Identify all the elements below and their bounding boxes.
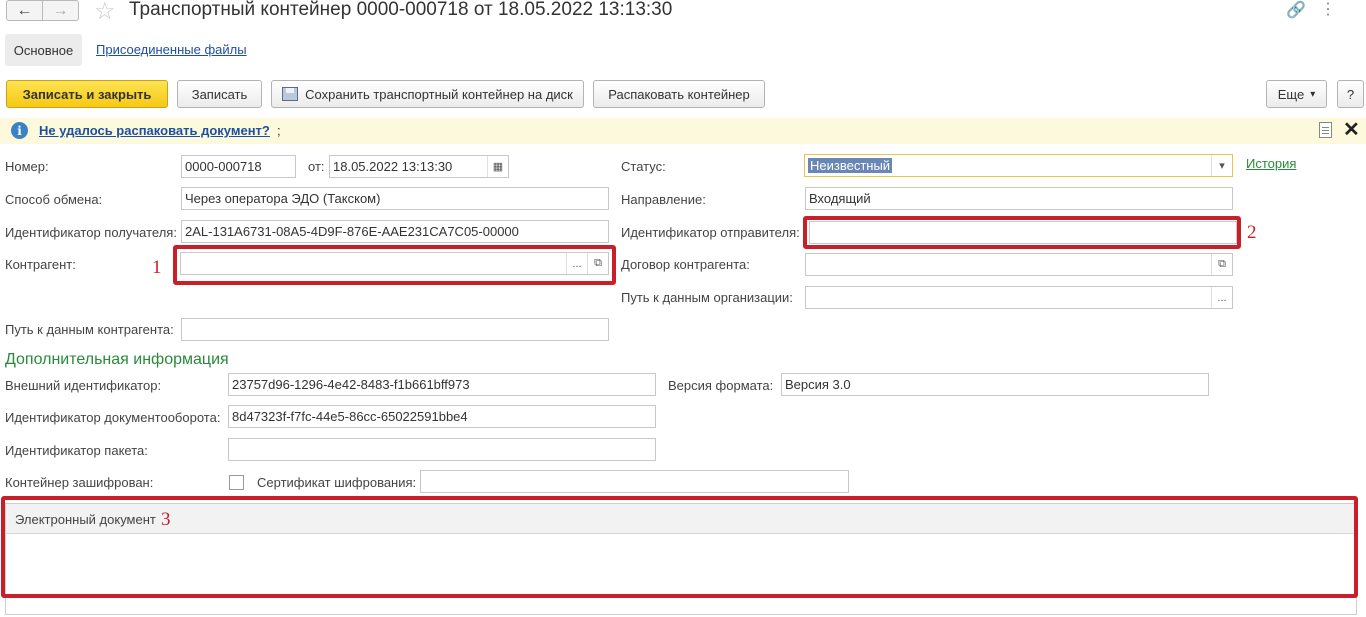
counterparty-label: Контрагент: xyxy=(5,257,76,272)
chevron-down-icon: ▾ xyxy=(1310,88,1316,100)
back-button[interactable]: ← xyxy=(6,0,43,21)
unpack-failed-link[interactable]: Не удалось распаковать документ? xyxy=(39,123,270,138)
link-icon[interactable]: 🔗 xyxy=(1286,0,1306,20)
window-title: Транспортный контейнер 0000-000718 от 18… xyxy=(129,0,673,20)
direction-label: Направление: xyxy=(621,192,706,207)
arrow-right-icon: → xyxy=(52,1,69,19)
close-icon[interactable]: ✕ xyxy=(1343,117,1360,142)
more-menu-icon[interactable]: ⋮ xyxy=(1320,0,1336,19)
tab-main[interactable]: Основное xyxy=(5,34,82,66)
external-id-label: Внешний идентификатор: xyxy=(5,378,162,393)
floppy-disk-icon xyxy=(282,87,299,101)
certificate-label: Сертификат шифрования: xyxy=(257,475,417,490)
recipient-id-field[interactable]: 2AL-131A6731-08A5-4D9F-876E-AAE231CA7C05… xyxy=(181,220,609,243)
number-label: Номер: xyxy=(5,159,49,174)
more-button[interactable]: Еще ▾ xyxy=(1266,80,1327,108)
docflow-id-field[interactable]: 8d47323f-f7fc-44e5-86cc-65022591bbe4 xyxy=(228,405,656,428)
contract-label: Договор контрагента: xyxy=(621,257,750,272)
contract-field[interactable]: ⧉ xyxy=(805,253,1233,276)
annotation-box-3 xyxy=(1,496,1358,598)
recipient-id-label: Идентификатор получателя: xyxy=(5,225,177,240)
encrypted-label: Контейнер зашифрован: xyxy=(5,475,154,490)
more-button-label: Еще xyxy=(1277,86,1305,102)
external-id-field[interactable]: 23757d96-1296-4e42-8483-f1b661bff973 xyxy=(228,373,656,396)
history-link[interactable]: История xyxy=(1246,156,1296,171)
direction-field[interactable]: Входящий xyxy=(805,187,1233,210)
format-version-field[interactable]: Версия 3.0 xyxy=(781,373,1209,396)
exchange-method-label: Способ обмена: xyxy=(5,192,103,207)
annotation-number-3: 3 xyxy=(161,509,171,530)
unpack-container-button[interactable]: Распаковать контейнер xyxy=(593,80,765,108)
format-version-label: Версия формата: xyxy=(668,378,774,393)
org-data-path-field[interactable]: ... xyxy=(805,286,1233,309)
counterparty-data-path-field[interactable] xyxy=(181,318,609,341)
number-field[interactable]: 0000-000718 xyxy=(181,155,296,178)
exchange-method-field[interactable]: Через оператора ЭДО (Такском) xyxy=(181,187,609,210)
chevron-down-icon[interactable]: ▾ xyxy=(1211,155,1232,176)
tab-attached-files[interactable]: Присоединенные файлы xyxy=(96,42,247,57)
package-id-field[interactable] xyxy=(228,438,656,461)
annotation-number-2: 2 xyxy=(1247,222,1257,243)
favorite-star-icon[interactable]: ☆ xyxy=(94,0,116,26)
status-select[interactable]: Неизвестный ▾ xyxy=(804,154,1233,177)
save-button[interactable]: Записать xyxy=(177,80,262,108)
annotation-box-2 xyxy=(803,216,1241,249)
save-container-to-disk-label: Сохранить транспортный контейнер на диск xyxy=(305,86,573,102)
arrow-left-icon: ← xyxy=(16,1,33,19)
counterparty-data-path-label: Путь к данным контрагента: xyxy=(5,322,174,337)
org-data-path-label: Путь к данным организации: xyxy=(621,290,793,305)
date-label: от: xyxy=(308,159,325,174)
info-message-suffix: ; xyxy=(277,123,281,138)
help-button[interactable]: ? xyxy=(1337,80,1364,108)
open-icon[interactable]: ⧉ xyxy=(1211,254,1232,275)
status-label: Статус: xyxy=(621,159,666,174)
document-icon[interactable] xyxy=(1319,122,1332,138)
annotation-box-1 xyxy=(173,245,616,285)
ellipsis-icon[interactable]: ... xyxy=(1211,287,1232,308)
certificate-field[interactable] xyxy=(420,470,849,493)
encrypted-checkbox[interactable] xyxy=(229,475,244,490)
calendar-icon[interactable]: ▦ xyxy=(487,156,508,177)
sender-id-label: Идентификатор отправителя: xyxy=(621,225,800,240)
date-field[interactable]: 18.05.2022 13:13:30 ▦ xyxy=(329,155,509,178)
additional-info-heading: Дополнительная информация xyxy=(5,351,229,368)
package-id-label: Идентификатор пакета: xyxy=(5,443,148,458)
docflow-id-label: Идентификатор документооборота: xyxy=(5,410,221,425)
annotation-number-1: 1 xyxy=(152,257,162,278)
save-and-close-button[interactable]: Записать и закрыть xyxy=(6,80,168,108)
info-icon: i xyxy=(11,122,28,139)
forward-button[interactable]: → xyxy=(42,0,79,21)
save-container-to-disk-button[interactable]: Сохранить транспортный контейнер на диск xyxy=(271,80,584,108)
